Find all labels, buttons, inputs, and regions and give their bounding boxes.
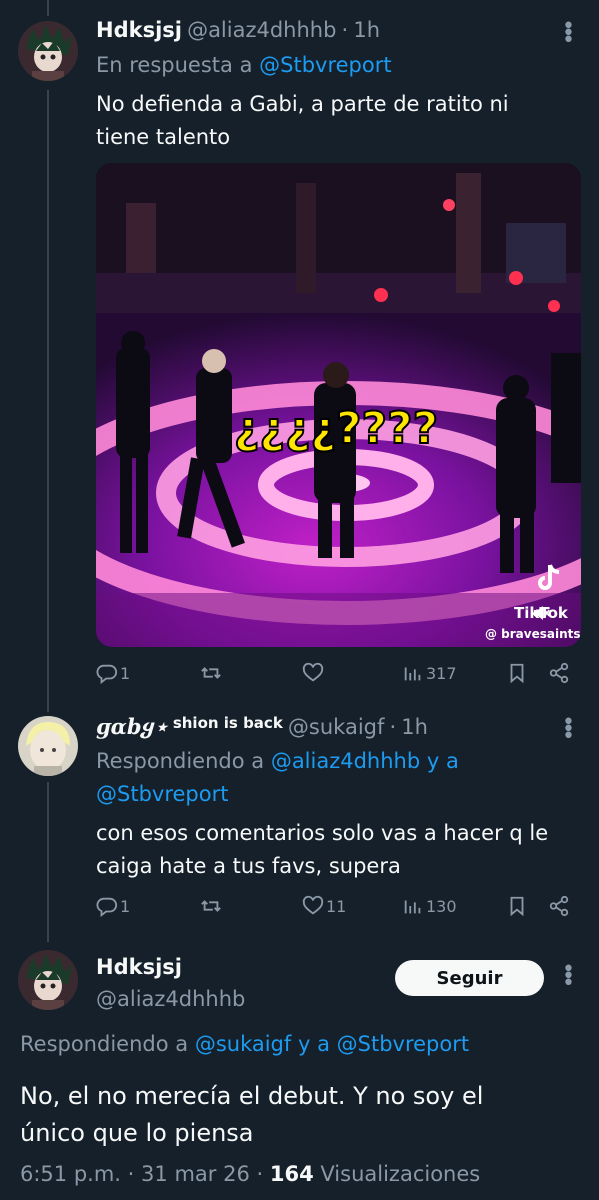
reply-and: y a: [426, 749, 459, 773]
avatar[interactable]: [18, 21, 78, 81]
more-icon[interactable]: • • •: [560, 16, 576, 52]
views-count: 317: [426, 663, 457, 683]
thread-line-1: [47, 90, 49, 712]
reply-context: Respondiendo a @sukaigf y a @Stbvreport: [20, 1032, 469, 1056]
separator: ·: [127, 1162, 135, 1186]
tweet-actions: 1 317: [96, 662, 579, 692]
reply-icon: [96, 897, 118, 917]
display-name[interactable]: ɡɑbყ⋆: [96, 714, 168, 739]
share-button[interactable]: [548, 895, 570, 917]
bookmark-icon: [510, 896, 524, 917]
separator: ·: [341, 18, 349, 42]
tweet-text-line: No, el no merecía el debut. Y no soy el: [20, 1082, 484, 1110]
tweet-text-line: único que lo piensa: [20, 1119, 254, 1147]
reply-context: Respondiendo a @aliaz4dhhhb y a: [96, 749, 459, 773]
views-count[interactable]: 164: [270, 1162, 314, 1186]
reply-handle[interactable]: @aliaz4dhhhb: [271, 749, 420, 773]
bookmark-icon: [510, 663, 524, 684]
reply-and: y a: [297, 1032, 330, 1056]
reply-prefix: En respuesta a: [96, 53, 253, 77]
separator: ·: [256, 1162, 264, 1186]
tweet-text: No defienda a Gabi, a parte de ratito ni…: [96, 88, 509, 154]
share-icon: [549, 895, 569, 917]
tweet-header: ɡɑbყ⋆ shion is back @sukaigf · 1h: [96, 714, 428, 739]
reply-handle[interactable]: @Stbvreport: [337, 1032, 469, 1056]
bookmark-button[interactable]: [506, 895, 528, 917]
thread-line-2: [47, 782, 49, 942]
views-label[interactable]: Visualizaciones: [320, 1162, 480, 1186]
views-button[interactable]: 130: [402, 895, 457, 917]
follow-button[interactable]: Seguir: [395, 960, 544, 996]
avatar[interactable]: [18, 950, 78, 1010]
reply-context-2: @Stbvreport: [96, 782, 228, 806]
speaker-icon[interactable]: [532, 605, 550, 621]
thread-line-top: [47, 0, 49, 16]
display-name[interactable]: Hdksjsj: [96, 18, 182, 42]
tweet-text: con esos comentarios solo vas a hacer q …: [96, 817, 548, 883]
video-caption: ¿¿¿¿????: [234, 403, 438, 454]
tweet-text: No, el no merecía el debut. Y no soy el …: [20, 1078, 483, 1152]
tweet-actions: 1 11 130: [96, 895, 579, 925]
separator: ·: [389, 715, 397, 739]
post-time[interactable]: 6:51 p.m.: [20, 1162, 121, 1186]
avatar[interactable]: [18, 716, 78, 776]
reply-handle[interactable]: @sukaigf: [195, 1032, 291, 1056]
retweet-icon: [201, 900, 221, 912]
views-icon: [404, 900, 421, 914]
more-icon[interactable]: • • •: [560, 712, 576, 748]
tweet-meta: 6:51 p.m. · 31 mar 26 · 164 Visualizacio…: [20, 1162, 480, 1186]
bookmark-button[interactable]: [506, 662, 528, 684]
retweet-button[interactable]: [200, 895, 222, 917]
tweet-header: Hdksjsj @aliaz4dhhhb · 1h: [96, 18, 380, 42]
display-name[interactable]: Hdksjsj: [96, 955, 182, 979]
like-icon: [302, 662, 324, 682]
retweet-icon: [201, 667, 221, 679]
handle[interactable]: @aliaz4dhhhb: [96, 987, 245, 1011]
timestamp[interactable]: 1h: [353, 18, 380, 42]
reply-count: 1: [120, 663, 131, 683]
views-button[interactable]: 317: [402, 662, 457, 684]
tweet-text-line: No defienda a Gabi, a parte de ratito ni: [96, 92, 509, 116]
video-media[interactable]: ¿¿¿¿???? TikTok @ bravesaints: [96, 163, 581, 647]
display-name-extra[interactable]: shion is back: [173, 714, 283, 732]
share-icon: [549, 662, 569, 684]
video-frame: ¿¿¿¿????: [96, 163, 581, 647]
views-count: 130: [426, 896, 457, 916]
tweet-text-line: con esos comentarios solo vas a hacer q …: [96, 821, 549, 845]
like-count: 11: [326, 896, 347, 916]
tweet-text-line: tiene talento: [96, 125, 231, 149]
reply-count: 1: [120, 896, 131, 916]
tiktok-logo-icon: [536, 563, 564, 597]
handle[interactable]: @sukaigf: [288, 715, 384, 739]
reply-prefix: Respondiendo a: [20, 1032, 189, 1056]
reply-handle[interactable]: @Stbvreport: [259, 53, 391, 77]
handle[interactable]: @aliaz4dhhhb: [187, 18, 336, 42]
views-icon: [404, 667, 421, 681]
reply-prefix: Respondiendo a: [96, 749, 265, 773]
tiktok-user: @ bravesaints: [485, 627, 581, 641]
reply-button[interactable]: 1: [96, 662, 130, 684]
post-date[interactable]: 31 mar 26: [141, 1162, 250, 1186]
timestamp[interactable]: 1h: [401, 715, 428, 739]
like-button[interactable]: 11: [302, 895, 346, 917]
reply-handle[interactable]: @Stbvreport: [96, 782, 228, 806]
share-button[interactable]: [548, 662, 570, 684]
reply-icon: [96, 664, 118, 684]
reply-context: En respuesta a @Stbvreport: [96, 53, 392, 77]
like-button[interactable]: [302, 662, 324, 684]
more-icon[interactable]: • • •: [560, 959, 576, 995]
tweet-text-line: caiga hate a tus favs, supera: [96, 854, 401, 878]
retweet-button[interactable]: [200, 662, 222, 684]
reply-button[interactable]: 1: [96, 895, 130, 917]
like-icon: [302, 895, 324, 915]
